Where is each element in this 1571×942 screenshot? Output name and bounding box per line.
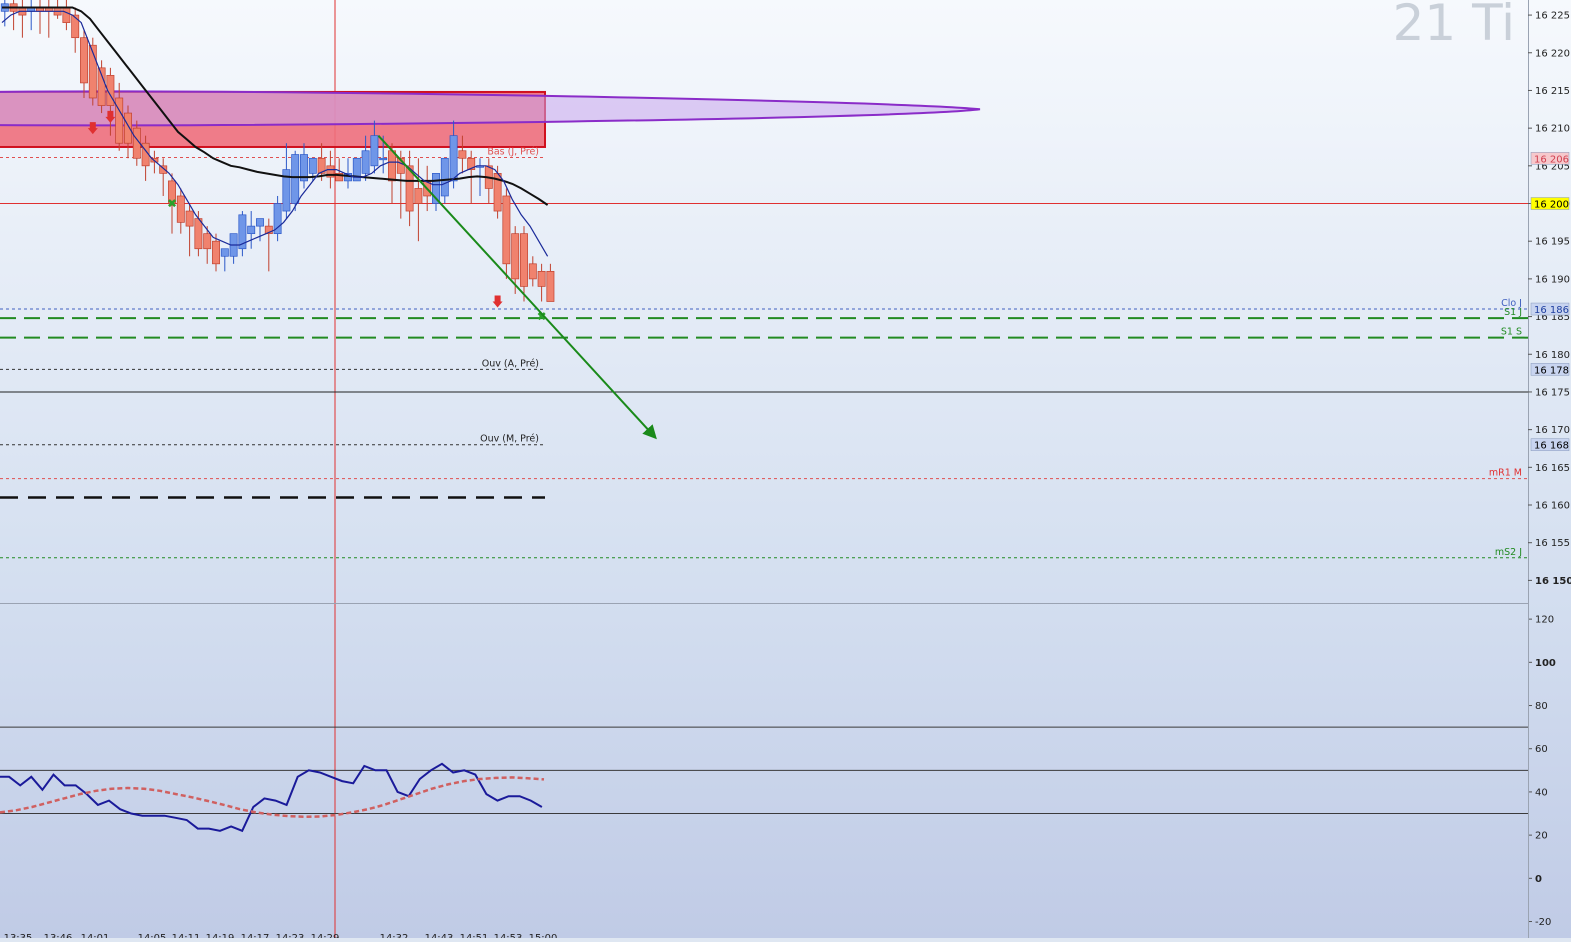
trading-chart[interactable]: 21 Ti Bas (J, Pré) Ouv (A, Pré) Ouv (M, Pr… [0,0,1571,942]
candle-body [458,150,467,159]
time-tick-label: 13:46 [44,933,73,938]
candle-body [124,112,132,144]
candle-body [370,135,379,167]
price-tick-label: 16 150 [1535,576,1571,587]
candle-body [520,233,528,287]
time-tick-label: 14:05 [138,933,167,938]
osc-tick-label: -20 [1535,917,1551,928]
level-label: Bas (J, Pré) [487,147,539,158]
price-tick-label: 16 160 [1535,501,1570,512]
buy-signal-cross: ✖ [167,197,177,211]
time-tick-label: 14:17 [241,933,270,938]
candle-body [546,271,555,302]
level-label: Ouv (A, Pré) [482,358,539,369]
candle-body [220,248,229,257]
osc-tick-label: 80 [1535,701,1548,712]
level-label: Ouv (M, Pré) [480,434,539,445]
price-badge-label: 16 206 [1534,154,1569,165]
osc-tick-label: 20 [1535,831,1548,842]
osc-tick-label: 40 [1535,787,1548,798]
osc-tick-label: 120 [1535,615,1554,626]
osc-tick-label: 0 [1535,874,1542,885]
candle-body [247,225,256,235]
price-tick-label: 16 220 [1535,48,1570,59]
candle-body [308,157,317,174]
time-tick-label: 14:19 [206,933,235,938]
chart-svg[interactable]: 21 Ti Bas (J, Pré) Ouv (A, Pré) Ouv (M, Pr… [0,0,1571,942]
price-tick-label: 16 180 [1535,350,1570,361]
price-badge-label: 16 168 [1534,441,1569,452]
price-badge-label: 16 186 [1534,305,1569,316]
time-tick-label: 14:51 [460,933,489,938]
watermark: 21 Ti [1393,0,1515,52]
candle-body [115,97,124,144]
candle-body [414,188,423,204]
time-tick-label: 15:00 [529,933,558,938]
time-tick-label: 14:29 [311,933,340,938]
price-badge-label: 16 178 [1534,365,1569,376]
candle-body [502,195,511,265]
time-tick-label: 13:35 [4,933,33,938]
candle-body [379,157,388,161]
price-tick-label: 16 165 [1535,463,1570,474]
price-tick-label: 16 190 [1535,274,1570,285]
candle-body [71,14,80,39]
candle-body [212,240,220,265]
price-tick-label: 16 170 [1535,425,1570,436]
candle-body [440,157,449,197]
time-tick-label: 14:01 [81,933,110,938]
time-tick-label: 14:23 [276,933,305,938]
level-label: S1 J [1504,307,1522,318]
candle-body [62,7,71,23]
price-tick-label: 16 210 [1535,124,1570,135]
price-tick-label: 16 225 [1535,11,1570,22]
time-tick-label: 14:53 [494,933,523,938]
candle-body [256,218,264,227]
time-tick-label: 14:11 [172,933,201,938]
candle-body [537,271,546,287]
level-label: mS2 J [1495,547,1522,558]
time-tick-label: 14:43 [425,933,454,938]
price-tick-label: 16 155 [1535,538,1570,549]
candle-body [185,210,194,227]
candle-body [203,233,212,250]
candle-body [291,154,300,204]
candle-body [361,150,370,174]
candle-body [159,165,168,174]
candle-body [449,135,458,182]
candle-body [528,263,537,280]
time-tick-label: 14:32 [380,933,409,938]
candle-body [388,150,396,182]
candle-body [511,233,520,280]
price-tick-label: 16 195 [1535,237,1570,248]
candle-body [194,218,203,250]
candle-body [80,37,88,84]
osc-tick-label: 60 [1535,744,1548,755]
price-tick-label: 16 215 [1535,86,1570,97]
level-label: S1 S [1501,327,1522,338]
candle-body [176,195,185,223]
price-badge-label: 16 200 [1534,200,1569,211]
price-tick-label: 16 175 [1535,387,1570,398]
level-label: mR1 M [1489,468,1522,479]
osc-tick-label: 100 [1535,658,1556,669]
